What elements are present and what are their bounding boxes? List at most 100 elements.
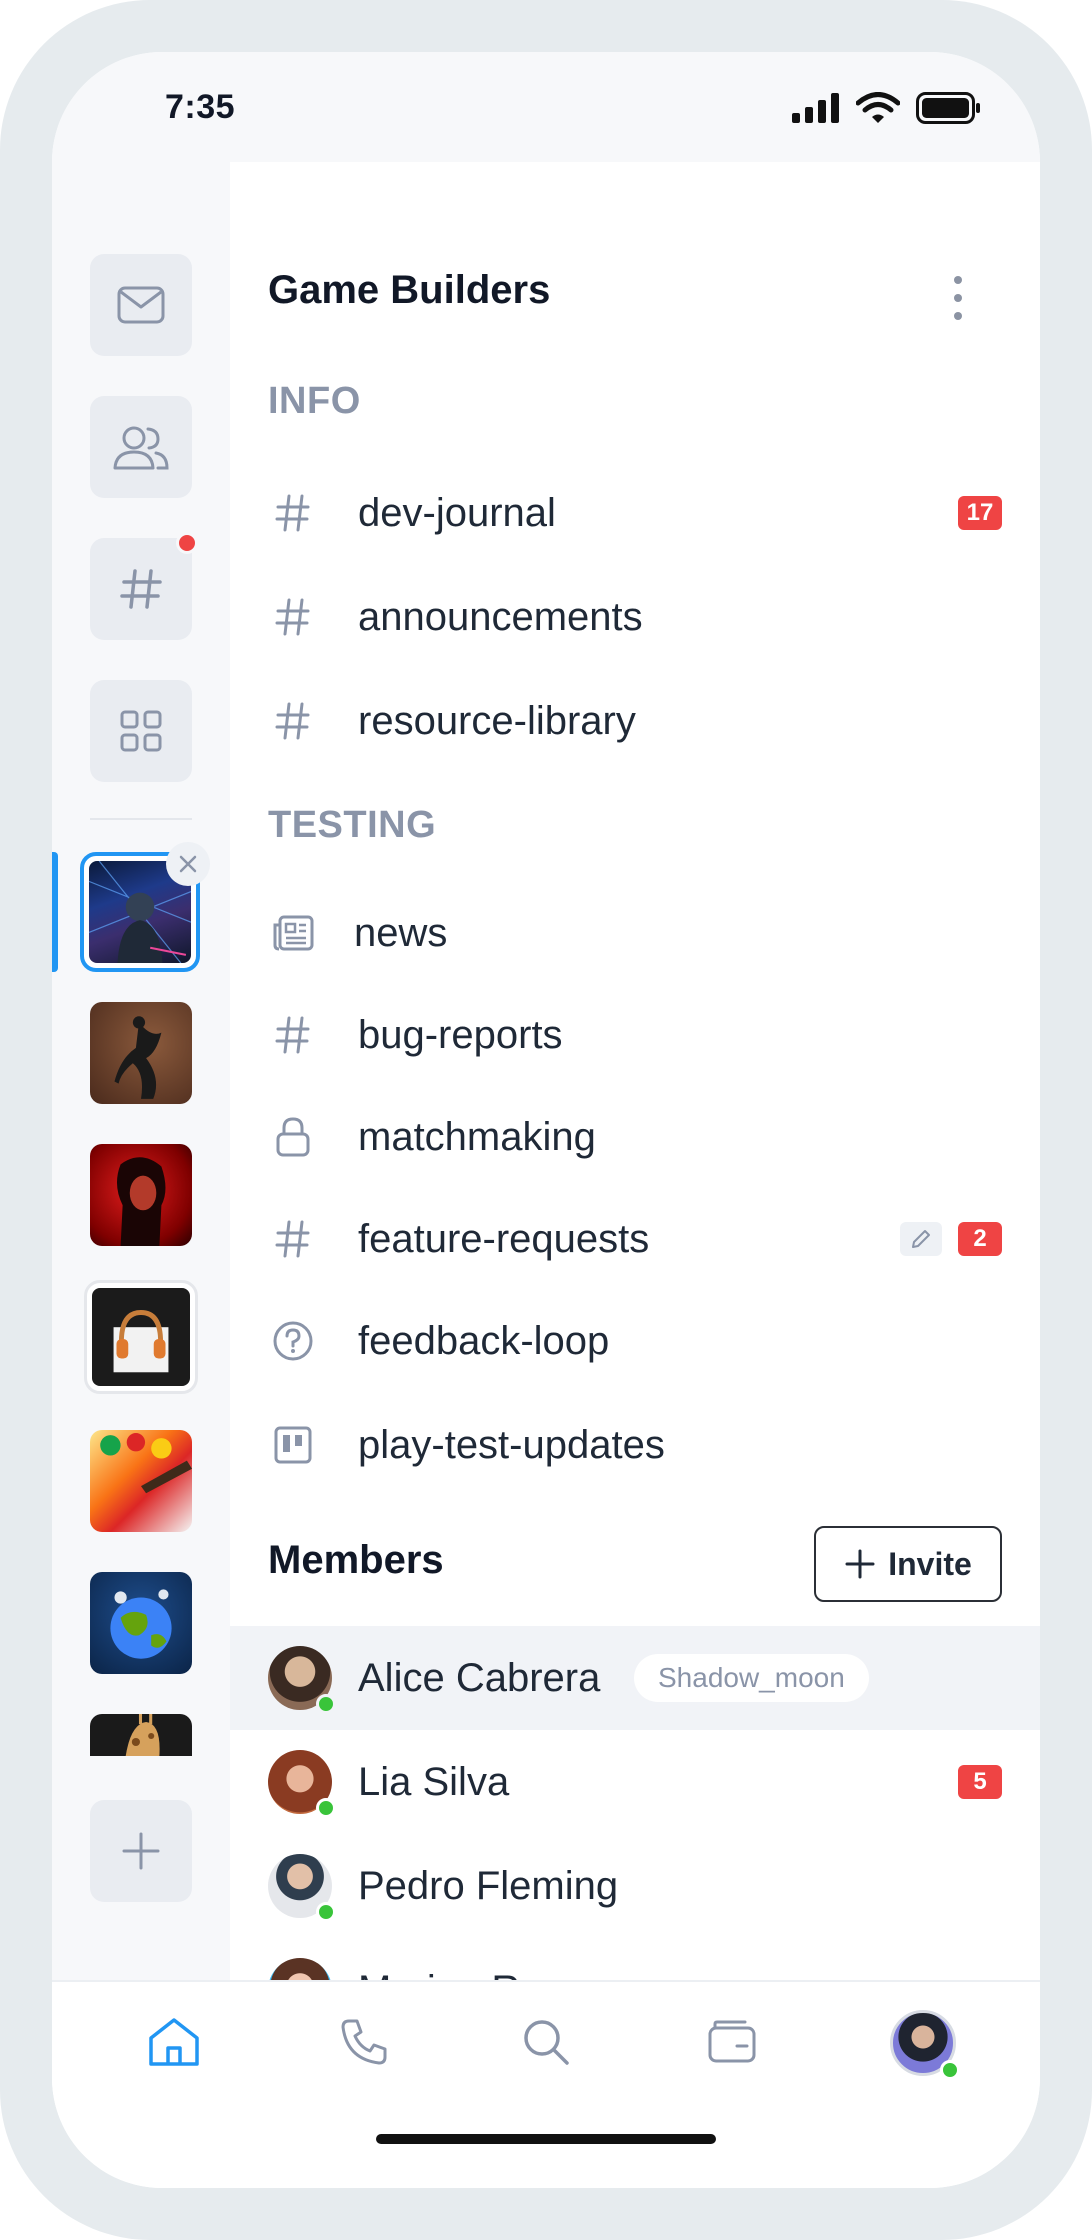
- unread-badge: 17: [958, 496, 1002, 530]
- invite-button[interactable]: Invite: [814, 1526, 1002, 1602]
- server-game-builders[interactable]: [80, 842, 210, 972]
- rail-apps-button[interactable]: [90, 680, 192, 782]
- server-paint[interactable]: [90, 1430, 192, 1532]
- server-image: [90, 1572, 192, 1674]
- channel-name: matchmaking: [358, 1114, 596, 1159]
- member-name: Pedro Fleming: [358, 1863, 619, 1908]
- avatar: [268, 1854, 336, 1922]
- rail-friends-button[interactable]: [90, 396, 192, 498]
- cellular-signal-icon: [792, 93, 839, 123]
- phone-icon: [341, 2019, 387, 2065]
- invite-label: Invite: [888, 1545, 972, 1582]
- status-bar: 7:35: [52, 52, 1040, 162]
- board-icon: [270, 1422, 316, 1468]
- unread-badge: 2: [958, 1222, 1002, 1256]
- channel-play-test-updates[interactable]: play-test-updates: [230, 1400, 1040, 1490]
- section-header-info[interactable]: INFO: [268, 380, 361, 423]
- member-row[interactable]: Marina Roman: [230, 1938, 1040, 1982]
- status-icons: [792, 92, 982, 124]
- members-title: Members: [268, 1538, 444, 1582]
- lock-icon: [270, 1114, 316, 1160]
- channel-panel: Game Builders INFO dev-journal 17 announ: [230, 162, 1040, 1982]
- server-dancer[interactable]: [90, 1002, 192, 1104]
- rail-messages-button[interactable]: [90, 254, 192, 356]
- avatar: [890, 2010, 960, 2080]
- channel-name: resource-library: [358, 698, 636, 743]
- wallet-icon: [708, 2020, 756, 2063]
- section-header-testing[interactable]: TESTING: [268, 804, 436, 847]
- hash-icon: [120, 569, 162, 609]
- grid-icon: [120, 710, 162, 752]
- member-row[interactable]: Lia Silva 5: [230, 1730, 1040, 1834]
- rail-divider: [90, 818, 192, 820]
- hash-icon: [270, 490, 316, 536]
- tab-profile[interactable]: [890, 2010, 960, 2080]
- news-icon: [270, 910, 316, 956]
- home-indicator: [376, 2134, 716, 2144]
- channel-name: bug-reports: [358, 1012, 563, 1057]
- member-name: Lia Silva: [358, 1759, 510, 1804]
- hash-icon: [270, 594, 316, 640]
- server-image: [90, 1144, 192, 1246]
- channel-dev-journal[interactable]: dev-journal 17: [230, 468, 1040, 558]
- active-server-indicator: [52, 852, 58, 972]
- users-icon: [113, 426, 169, 470]
- tab-search[interactable]: [514, 2010, 578, 2074]
- battery-icon: [916, 92, 980, 124]
- server-headphones[interactable]: [84, 1280, 198, 1394]
- avatar: [268, 1646, 336, 1714]
- channel-news[interactable]: news: [230, 888, 1040, 978]
- help-circle-icon: [270, 1318, 316, 1364]
- channel-resource-library[interactable]: resource-library: [230, 676, 1040, 766]
- avatar: [268, 1750, 336, 1818]
- plus-icon: [845, 1549, 875, 1579]
- online-status: [316, 1694, 336, 1714]
- draft-indicator: [900, 1222, 942, 1256]
- hash-icon: [270, 1216, 316, 1262]
- channel-name: news: [354, 910, 448, 955]
- kebab-dot: [954, 294, 962, 302]
- server-image: [90, 1002, 192, 1104]
- mail-icon: [117, 286, 165, 324]
- hash-icon: [270, 1012, 316, 1058]
- channel-name: dev-journal: [358, 490, 556, 535]
- tab-home[interactable]: [142, 2010, 206, 2074]
- channel-feedback-loop[interactable]: feedback-loop: [230, 1296, 1040, 1386]
- channel-bug-reports[interactable]: bug-reports: [230, 990, 1040, 1080]
- member-row[interactable]: Alice Cabrera Shadow_moon: [230, 1626, 1040, 1730]
- member-row[interactable]: Pedro Fleming: [230, 1834, 1040, 1938]
- online-status: [316, 1798, 336, 1818]
- add-server-button[interactable]: [90, 1800, 192, 1902]
- wifi-icon: [856, 92, 900, 123]
- pencil-icon: [912, 1230, 930, 1248]
- member-tag: Shadow_moon: [634, 1654, 869, 1702]
- member-name: Alice Cabrera: [358, 1655, 601, 1700]
- channel-matchmaking[interactable]: matchmaking: [230, 1092, 1040, 1182]
- kebab-dot: [954, 276, 962, 284]
- search-icon: [524, 2020, 569, 2065]
- server-giraffe[interactable]: [90, 1714, 192, 1756]
- channel-name: feature-requests: [358, 1216, 650, 1261]
- plus-icon: [122, 1832, 160, 1870]
- screen: 7:35 Game Builders INFO dev-journal 17 a…: [52, 52, 1040, 2188]
- more-options-button[interactable]: [948, 276, 968, 320]
- server-image: [90, 1430, 192, 1532]
- kebab-dot: [954, 312, 962, 320]
- channel-name: play-test-updates: [358, 1422, 665, 1467]
- tab-calls[interactable]: [332, 2010, 396, 2074]
- online-status: [940, 2060, 960, 2080]
- close-server-button[interactable]: [166, 842, 210, 886]
- online-status: [316, 1902, 336, 1922]
- server-image: [90, 1714, 192, 1756]
- server-red-portrait[interactable]: [90, 1144, 192, 1246]
- channel-feature-requests[interactable]: feature-requests 2: [230, 1194, 1040, 1284]
- phone-frame: 7:35 Game Builders INFO dev-journal 17 a…: [0, 0, 1092, 2240]
- server-planet[interactable]: [90, 1572, 192, 1674]
- tab-wallet[interactable]: [700, 2010, 764, 2074]
- server-title: Game Builders: [268, 268, 551, 312]
- server-rail: [52, 162, 230, 1982]
- channel-name: announcements: [358, 594, 643, 639]
- channel-announcements[interactable]: announcements: [230, 572, 1040, 662]
- channel-name: feedback-loop: [358, 1318, 610, 1363]
- rail-channels-button[interactable]: [90, 532, 198, 640]
